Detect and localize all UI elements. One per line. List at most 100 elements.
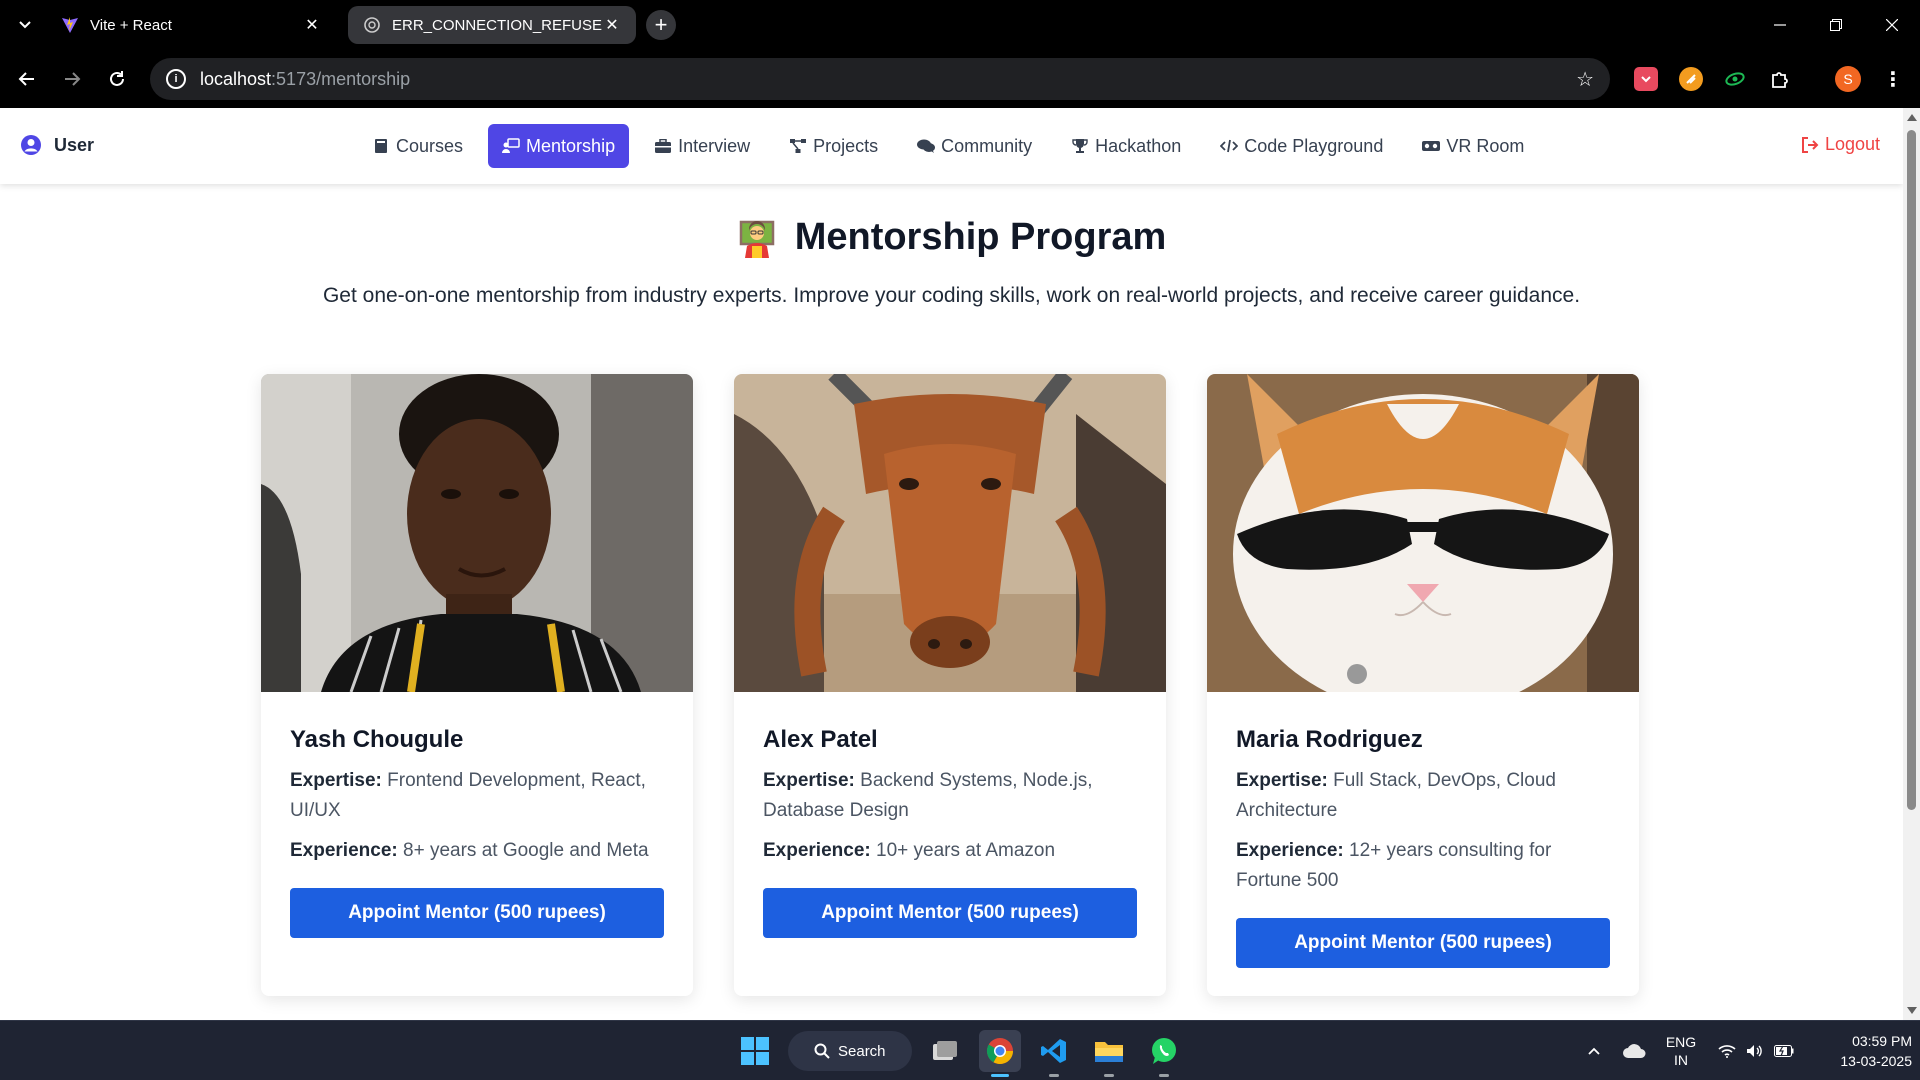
app-navbar: User Courses Mentorship Interview Projec…: [0, 108, 1903, 184]
close-tab-icon[interactable]: ✕: [302, 15, 322, 35]
browser-toolbar: i localhost:5173/mentorship ☆ S ⋮: [0, 50, 1920, 108]
clock-date: 13-03-2025: [1840, 1053, 1912, 1069]
close-window-icon[interactable]: [1864, 0, 1920, 50]
nav-label: Projects: [813, 135, 879, 156]
appoint-mentor-button[interactable]: Appoint Mentor (500 rupees): [1236, 918, 1610, 968]
browser-tab-vite-react[interactable]: Vite + React ✕: [46, 6, 336, 44]
experience-label: Experience:: [763, 840, 871, 861]
forward-arrow-icon[interactable]: [57, 64, 87, 94]
project-diagram-icon: [789, 137, 807, 155]
show-hidden-icons-chevron-icon[interactable]: [1582, 1021, 1606, 1080]
appoint-mentor-button[interactable]: Appoint Mentor (500 rupees): [763, 888, 1137, 938]
page-viewport: User Courses Mentorship Interview Projec…: [0, 108, 1903, 1020]
running-indicator: [1159, 1074, 1169, 1077]
battery-icon: [1774, 1045, 1794, 1057]
address-bar[interactable]: i localhost:5173/mentorship ☆: [150, 58, 1610, 100]
reload-icon[interactable]: [102, 64, 132, 94]
language-indicator[interactable]: ENG IN: [1660, 1021, 1702, 1080]
running-indicator: [991, 1074, 1009, 1077]
system-tray-status[interactable]: [1716, 1021, 1796, 1080]
nav-vr-room[interactable]: VR Room: [1408, 124, 1538, 168]
browser-tab-error[interactable]: ERR_CONNECTION_REFUSED Tr ✕: [348, 6, 636, 44]
vscode-taskbar-icon[interactable]: [1033, 1030, 1075, 1077]
wifi-icon: [1718, 1045, 1736, 1058]
windows-start-icon[interactable]: [734, 1030, 776, 1072]
mentor-card-body: Maria Rodriguez Expertise: Full Stack, D…: [1207, 692, 1639, 968]
mentor-experience: Experience: 8+ years at Google and Meta: [290, 836, 664, 866]
trophy-icon: [1071, 137, 1089, 155]
running-indicator: [1104, 1074, 1114, 1077]
mentor-card: Maria Rodriguez Expertise: Full Stack, D…: [1207, 374, 1639, 996]
file-explorer-icon[interactable]: [1088, 1030, 1130, 1077]
mentor-expertise: Expertise: Full Stack, DevOps, Cloud Arc…: [1236, 766, 1610, 826]
mentor-name: Alex Patel: [763, 726, 878, 753]
extensions-puzzle-icon[interactable]: [1768, 67, 1792, 91]
clock-time: 03:59 PM: [1852, 1033, 1912, 1049]
mentor-card: Alex Patel Expertise: Backend Systems, N…: [734, 374, 1166, 996]
nav-mentorship[interactable]: Mentorship: [488, 124, 630, 168]
nav-projects[interactable]: Projects: [775, 124, 892, 168]
browser-menu-icon[interactable]: ⋮: [1880, 66, 1906, 92]
mentor-photo-person: [261, 374, 693, 692]
scrollbar-thumb[interactable]: [1907, 130, 1916, 810]
page-header: Mentorship Program: [0, 216, 1903, 259]
taskbar-search[interactable]: Search: [788, 1031, 912, 1071]
expertise-label: Expertise:: [1236, 770, 1328, 791]
taskbar-clock[interactable]: 03:59 PM 13-03-2025: [1808, 1021, 1912, 1080]
onedrive-cloud-icon[interactable]: [1620, 1021, 1648, 1080]
extension-orange-icon[interactable]: [1679, 67, 1703, 91]
nav-label: Community: [941, 135, 1033, 156]
nav-label: Hackathon: [1095, 135, 1182, 156]
new-tab-button[interactable]: +: [646, 10, 676, 40]
windows-taskbar: Search ENG IN 03:59 PM 13-03-2025: [0, 1020, 1920, 1080]
tab-title: Vite + React: [90, 16, 172, 34]
book-icon: [372, 137, 390, 155]
nav-community[interactable]: Community: [903, 124, 1046, 168]
user-label: User: [54, 134, 95, 155]
page-subtitle: Get one-on-one mentorship from industry …: [322, 284, 1581, 307]
nav-label: VR Room: [1446, 135, 1525, 156]
experience-value: 8+ years at Google and Meta: [403, 840, 649, 861]
pocket-extension-icon[interactable]: [1634, 67, 1658, 91]
page-scrollbar[interactable]: [1903, 108, 1920, 1020]
url-path: :5173/mentorship: [271, 68, 411, 89]
tab-search-chevron-icon[interactable]: [12, 12, 38, 38]
bookmark-star-icon[interactable]: ☆: [1576, 67, 1594, 92]
expertise-label: Expertise:: [763, 770, 855, 791]
mentor-expertise: Expertise: Backend Systems, Node.js, Dat…: [763, 766, 1137, 826]
mentor-photo-cat-sunglasses: [1207, 374, 1639, 692]
back-arrow-icon[interactable]: [12, 64, 42, 94]
browser-tabstrip: Vite + React ✕ ERR_CONNECTION_REFUSED Tr…: [0, 0, 1920, 50]
task-view-icon[interactable]: [924, 1030, 966, 1072]
extension-green-icon[interactable]: [1723, 67, 1747, 91]
whatsapp-icon[interactable]: [1143, 1030, 1185, 1077]
mentor-name: Maria Rodriguez: [1236, 726, 1423, 753]
profile-avatar[interactable]: S: [1835, 66, 1861, 92]
lang-region: IN: [1674, 1052, 1688, 1068]
mentor-experience: Experience: 12+ years consulting for For…: [1236, 836, 1610, 896]
lang-code: ENG: [1665, 1034, 1697, 1050]
teacher-emoji-icon: [739, 220, 774, 258]
search-label: Search: [838, 1042, 886, 1060]
nav-code-playground[interactable]: Code Playground: [1206, 124, 1397, 168]
minimize-icon[interactable]: [1752, 0, 1808, 50]
search-icon: [814, 1043, 830, 1059]
nav-courses[interactable]: Courses: [358, 124, 477, 168]
site-info-icon[interactable]: i: [166, 69, 186, 89]
vite-logo-icon: [60, 15, 80, 35]
appoint-mentor-button[interactable]: Appoint Mentor (500 rupees): [290, 888, 664, 938]
nav-label: Courses: [396, 135, 464, 156]
nav-hackathon[interactable]: Hackathon: [1057, 124, 1195, 168]
scroll-up-icon[interactable]: [1907, 114, 1917, 121]
mentor-icon: [502, 137, 520, 155]
mentor-experience: Experience: 10+ years at Amazon: [763, 836, 1137, 866]
user-profile-link[interactable]: User: [20, 134, 94, 156]
close-tab-icon[interactable]: ✕: [602, 15, 622, 35]
restore-icon[interactable]: [1808, 0, 1864, 50]
logout-button[interactable]: Logout: [1801, 134, 1880, 155]
nav-interview[interactable]: Interview: [640, 124, 764, 168]
running-indicator: [1049, 1074, 1059, 1077]
scroll-down-icon[interactable]: [1907, 1007, 1917, 1014]
chrome-taskbar-icon[interactable]: [979, 1030, 1021, 1077]
nav-label: Interview: [678, 135, 751, 156]
